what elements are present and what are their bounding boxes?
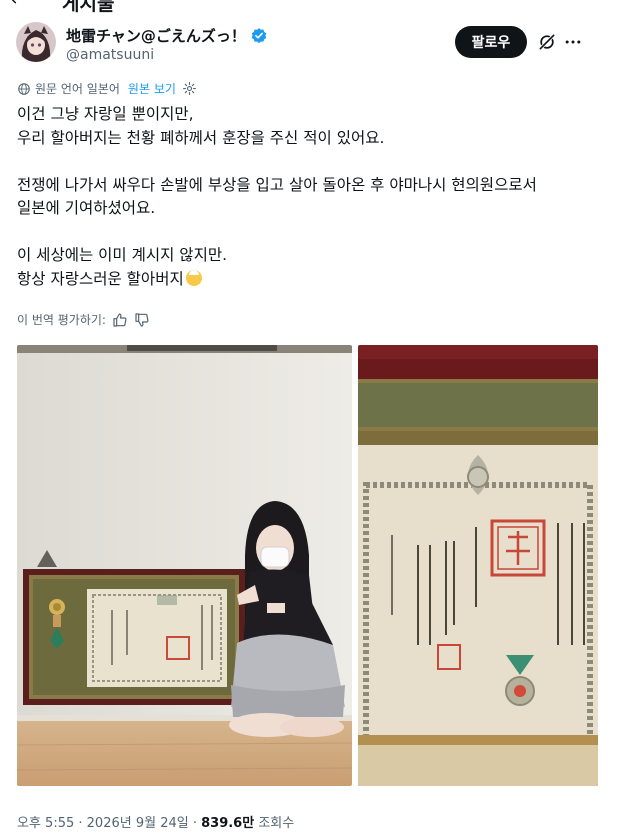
show-original-link[interactable]: 원본 보기 <box>128 80 176 97</box>
author-handle[interactable]: @amatsuuni <box>66 47 154 63</box>
meta-separator: · <box>74 816 87 831</box>
tweet-line: 이 세상에는 이미 계시지 않지만. <box>17 246 228 264</box>
rate-translation-label: 이 번역 평가하기: <box>17 313 106 327</box>
tweet-date[interactable]: 2026년 9월 24일 <box>87 816 189 831</box>
tweet-photo-2[interactable] <box>358 345 598 786</box>
translation-language-note: 원문 언어 일본어 <box>35 82 120 96</box>
tweet-text: 이건 그냥 자랑일 뿐이지만, 우리 할아버지는 천황 폐하께서 훈장을 주신 … <box>17 103 607 291</box>
tweet-line-text: 항상 자랑스러운 할아버지 <box>17 269 184 288</box>
thumbs-up-icon[interactable] <box>112 312 128 328</box>
rate-translation: 이 번역 평가하기: <box>17 311 150 328</box>
settings-icon[interactable] <box>182 81 197 96</box>
globe-icon <box>18 82 30 95</box>
thumbs-down-icon[interactable] <box>134 312 150 328</box>
translation-indicator: 원문 언어 일본어 원본 보기 <box>17 80 197 97</box>
author-display-name[interactable]: 地雷チャン@ごえんズっ！ <box>66 25 246 46</box>
tweet-line: 이건 그냥 자랑일 뿐이지만, <box>17 105 194 123</box>
tweet-line: 우리 할아버지는 천황 폐하께서 훈장을 주신 적이 있어요. <box>17 128 385 147</box>
more-icon[interactable] <box>563 32 583 52</box>
tweet-line: 전쟁에 나가서 싸우다 손발에 부상을 입고 살아 돌아온 후 야마나시 현의원… <box>17 175 537 194</box>
verified-badge-icon <box>251 27 267 43</box>
tweet-line: 일본에 기여하셨어요. <box>17 199 156 217</box>
top-bar: 게시물 <box>0 0 619 14</box>
tweet-photo-1[interactable] <box>17 345 352 786</box>
tweet-meta: 오후 5:55 · 2026년 9월 24일 · 839.6만 조회수 <box>17 812 294 831</box>
meta-separator: · <box>188 816 202 831</box>
face-emoji-icon <box>185 269 202 286</box>
tweet-line-with-emoji: 항상 자랑스러운 할아버지 <box>17 268 607 292</box>
follow-button[interactable]: 팔로우 <box>455 26 527 58</box>
page-title: 게시물 <box>62 0 115 14</box>
views-label: 조회수 <box>258 816 295 831</box>
author-name-row[interactable]: 地雷チャン@ごえんズっ！ <box>66 25 268 46</box>
avatar[interactable] <box>16 22 56 62</box>
grok-icon[interactable] <box>537 32 557 52</box>
arrow-left-icon[interactable] <box>8 0 24 6</box>
tweet-time[interactable]: 오후 5:55 <box>17 816 74 831</box>
views-count: 839.6만 <box>201 816 255 831</box>
